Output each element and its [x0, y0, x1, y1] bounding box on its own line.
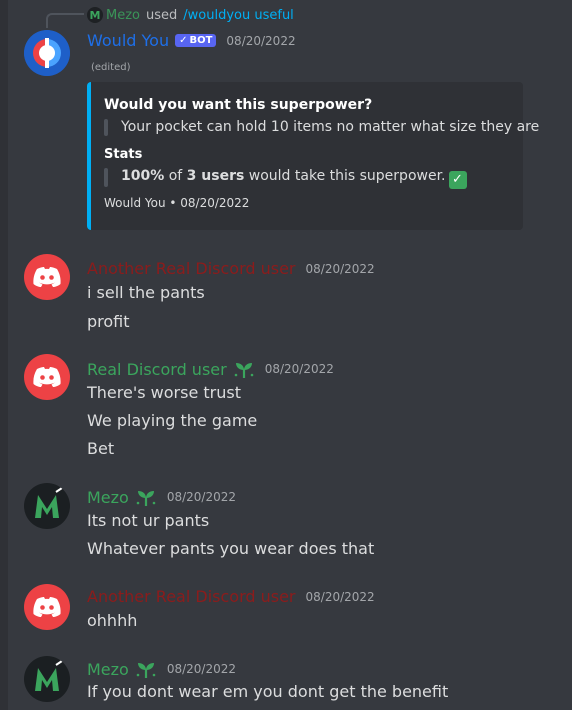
timestamp[interactable]: 08/20/2022 [306, 590, 375, 604]
discord-avatar[interactable] [24, 584, 70, 630]
bot-message-header: Would You ✓ BOT 08/20/2022 [87, 31, 296, 50]
discord-avatar[interactable] [24, 354, 70, 400]
command-reply-header[interactable]: M Mezo used /wouldyou useful [87, 6, 294, 24]
stats-users: 3 users [186, 168, 245, 184]
stats-quote-bar [104, 168, 108, 187]
discord-logo-icon [33, 367, 61, 387]
username[interactable]: Mezo [87, 488, 129, 507]
mezo-logo-icon [35, 487, 63, 518]
timestamp[interactable]: 08/20/2022 [306, 262, 375, 276]
mezo-avatar[interactable] [24, 656, 70, 702]
sprout-badge-icon[interactable] [135, 486, 157, 508]
mezo-avatar[interactable] [24, 483, 70, 529]
verified-check-icon: ✓ [179, 35, 188, 46]
username[interactable]: Another Real Discord user [87, 259, 296, 278]
message-header: Real Discord user 08/20/2022 [87, 358, 334, 380]
bot-badge-label: BOT [189, 35, 213, 46]
would-you-logo-icon [24, 30, 70, 76]
message-header: Mezo 08/20/2022 [87, 486, 236, 508]
message-text: There's worse trust [87, 383, 241, 402]
embed-title: Would you want this superpower? [104, 97, 373, 113]
sprout-badge-icon[interactable] [135, 658, 157, 680]
stats-percent: 100% [121, 168, 165, 184]
stats-title: Stats [104, 147, 143, 162]
timestamp[interactable]: 08/20/2022 [167, 662, 236, 676]
embed-footer: Would You • 08/20/2022 [104, 196, 250, 210]
discord-avatar[interactable] [24, 254, 70, 300]
question-quote-bar [104, 119, 108, 136]
bot-timestamp[interactable]: 08/20/2022 [226, 34, 295, 48]
message-text: i sell the pants [87, 283, 205, 302]
username[interactable]: Another Real Discord user [87, 587, 296, 606]
message-text: If you dont wear em you dont get the ben… [87, 682, 449, 701]
slash-command-link[interactable]: /wouldyou useful [183, 8, 294, 23]
superpower-embed: Would you want this superpower? Your poc… [87, 82, 539, 230]
reply-username[interactable]: Mezo [106, 8, 140, 23]
reply-connector [46, 13, 84, 28]
username[interactable]: Real Discord user [87, 360, 227, 379]
mezo-mini-avatar[interactable]: M [87, 7, 103, 23]
stats-of: of [168, 168, 183, 184]
message-text: Bet [87, 439, 115, 458]
left-sidebar-edge [0, 0, 8, 710]
message-header: Another Real Discord user 08/20/2022 [87, 587, 375, 606]
sprout-badge-icon[interactable] [233, 358, 255, 380]
timestamp[interactable]: 08/20/2022 [167, 490, 236, 504]
discord-logo-icon [33, 267, 61, 287]
bot-badge: ✓ BOT [175, 34, 217, 47]
stats-rest: would take this superpower. [248, 168, 446, 184]
message-text: Its not ur pants [87, 511, 210, 530]
message-header: Mezo 08/20/2022 [87, 658, 236, 680]
embed-question: Your pocket can hold 10 items no matter … [121, 119, 540, 135]
mezo-logo-icon [35, 660, 63, 691]
message-text: profit [87, 312, 130, 331]
stats-line: 100% of 3 users would take this superpow… [121, 168, 467, 189]
reply-used-label: used [146, 7, 178, 23]
message-header: Another Real Discord user 08/20/2022 [87, 259, 375, 278]
message-text: Whatever pants you wear does that [87, 539, 375, 558]
timestamp[interactable]: 08/20/2022 [265, 362, 334, 376]
bot-username[interactable]: Would You [87, 31, 169, 50]
message-text: ohhhh [87, 611, 138, 630]
discord-logo-icon [33, 597, 61, 617]
message-text: We playing the game [87, 411, 258, 430]
edited-label: (edited) [91, 62, 131, 73]
username[interactable]: Mezo [87, 660, 129, 679]
would-you-bot-avatar[interactable] [24, 30, 70, 76]
check-mark-icon: ✓ [448, 171, 467, 189]
